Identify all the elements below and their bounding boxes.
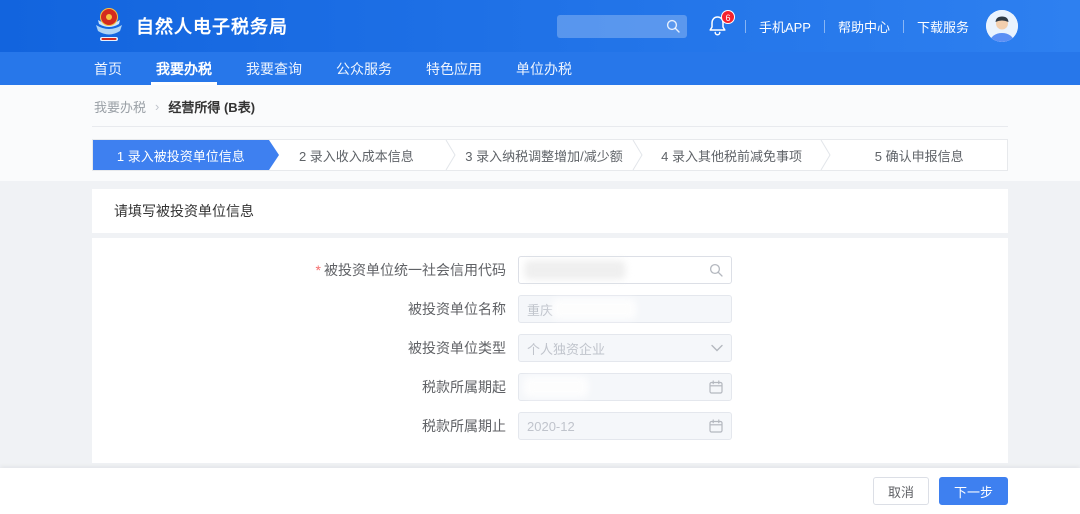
form-section-title: 请填写被投资单位信息	[92, 189, 1008, 233]
next-step-button[interactable]: 下一步	[939, 477, 1008, 505]
notification-bell[interactable]: 6	[708, 15, 728, 37]
nav-label: 单位办税	[516, 59, 572, 79]
header-divider	[903, 20, 904, 33]
breadcrumb-separator-icon: ›	[155, 99, 159, 114]
notification-badge: 6	[721, 10, 735, 24]
nav-label: 我要查询	[246, 59, 302, 79]
step-chevron-icon	[819, 140, 831, 170]
form-section-title-text: 请填写被投资单位信息	[114, 201, 254, 221]
header-search[interactable]	[557, 15, 687, 38]
step-5-confirm-declaration[interactable]: 5 确认申报信息	[831, 140, 1007, 170]
nav-item-home[interactable]: 首页	[94, 52, 122, 85]
main-nav: 首页 我要办税 我要查询 公众服务 特色应用 单位办税	[0, 52, 1080, 85]
field-label-text: 被投资单位类型	[408, 340, 506, 356]
censored-value	[527, 380, 585, 394]
app-title: 自然人电子税务局	[136, 13, 288, 39]
period-end-input: 2020-12	[518, 412, 732, 440]
form-row-period-start: 税款所属期起	[92, 373, 1008, 401]
calendar-icon	[709, 380, 723, 394]
field-label-text: 被投资单位名称	[408, 301, 506, 317]
nav-item-public-service[interactable]: 公众服务	[336, 52, 392, 85]
unit-name-input: 重庆	[518, 295, 732, 323]
breadcrumb-current: 经营所得 (B表)	[168, 97, 255, 116]
credit-code-input[interactable]	[518, 256, 732, 284]
chevron-down-icon	[711, 344, 723, 352]
calendar-icon	[709, 419, 723, 433]
step-2-income-cost-info[interactable]: 2 录入收入成本信息	[269, 140, 445, 170]
step-label: 3 录入纳税调整增加/减少额	[465, 146, 622, 165]
field-label-text: 被投资单位统一社会信用代码	[324, 262, 506, 278]
link-download-service[interactable]: 下载服务	[917, 17, 969, 36]
nav-label: 公众服务	[336, 59, 392, 79]
breadcrumb: 我要办税 › 经营所得 (B表)	[92, 85, 1008, 127]
action-footer: 取消 下一步	[0, 468, 1080, 514]
step-1-invested-unit-info[interactable]: 1 录入被投资单位信息	[93, 140, 269, 170]
censored-value	[527, 263, 623, 277]
field-label: 税款所属期止	[92, 416, 518, 436]
form-row-period-end: 税款所属期止 2020-12	[92, 412, 1008, 440]
search-icon[interactable]	[709, 263, 723, 277]
search-input[interactable]	[564, 19, 666, 33]
field-value: 重庆	[527, 300, 553, 319]
step-label: 1 录入被投资单位信息	[117, 146, 245, 165]
search-icon[interactable]	[666, 19, 680, 33]
tax-emblem-icon	[92, 7, 126, 45]
step-4-pre-tax-deductions[interactable]: 4 录入其他税前减免事项	[644, 140, 820, 170]
field-label: 被投资单位名称	[92, 299, 518, 319]
header-divider	[745, 20, 746, 33]
breadcrumb-parent[interactable]: 我要办税	[94, 97, 146, 116]
field-label: *被投资单位统一社会信用代码	[92, 260, 518, 280]
field-label: 税款所属期起	[92, 377, 518, 397]
step-chevron-icon	[444, 140, 456, 170]
nav-item-unit-tax[interactable]: 单位办税	[516, 52, 572, 85]
step-label: 5 确认申报信息	[875, 146, 964, 165]
nav-label: 首页	[94, 59, 122, 79]
step-chevron-icon	[632, 140, 644, 170]
nav-label: 我要办税	[156, 59, 212, 79]
required-mark: *	[316, 262, 321, 278]
step-3-tax-adjustment[interactable]: 3 录入纳税调整增加/减少额	[456, 140, 632, 170]
unit-type-select: 个人独资企业	[518, 334, 732, 362]
nav-item-featured-apps[interactable]: 特色应用	[426, 52, 482, 85]
form-row-unit-type: 被投资单位类型 个人独资企业	[92, 334, 1008, 362]
step-label: 2 录入收入成本信息	[299, 146, 414, 165]
field-label: 被投资单位类型	[92, 338, 518, 358]
nav-label: 特色应用	[426, 59, 482, 79]
field-label-text: 税款所属期止	[422, 418, 506, 434]
link-help-center[interactable]: 帮助中心	[838, 17, 890, 36]
field-value: 个人独资企业	[527, 339, 605, 358]
link-mobile-app[interactable]: 手机APP	[759, 17, 811, 36]
step-indicator: 1 录入被投资单位信息 2 录入收入成本信息 3 录入纳税调整增加/减少额 4 …	[92, 139, 1008, 171]
form-row-credit-code: *被投资单位统一社会信用代码	[92, 256, 1008, 284]
nav-item-tax-filing[interactable]: 我要办税	[156, 52, 212, 85]
user-avatar[interactable]	[986, 10, 1018, 42]
app-header: 自然人电子税务局 6 手机APP 帮助中心 下载服务	[0, 0, 1080, 52]
nav-item-inquiry[interactable]: 我要查询	[246, 52, 302, 85]
step-label: 4 录入其他税前减免事项	[661, 146, 802, 165]
period-start-input	[518, 373, 732, 401]
topband: 我要办税 › 经营所得 (B表) 1 录入被投资单位信息 2 录入收入成本信息 …	[0, 85, 1080, 181]
censored-value	[555, 302, 633, 316]
header-right: 6 手机APP 帮助中心 下载服务	[557, 10, 1018, 42]
cancel-button[interactable]: 取消	[873, 477, 929, 505]
field-label-text: 税款所属期起	[422, 379, 506, 395]
logo: 自然人电子税务局	[92, 7, 288, 45]
invested-unit-form: *被投资单位统一社会信用代码 被投资单位名称 重庆 被投资单位类型	[92, 238, 1008, 463]
form-row-unit-name: 被投资单位名称 重庆	[92, 295, 1008, 323]
field-value: 2020-12	[527, 419, 575, 434]
header-divider	[824, 20, 825, 33]
